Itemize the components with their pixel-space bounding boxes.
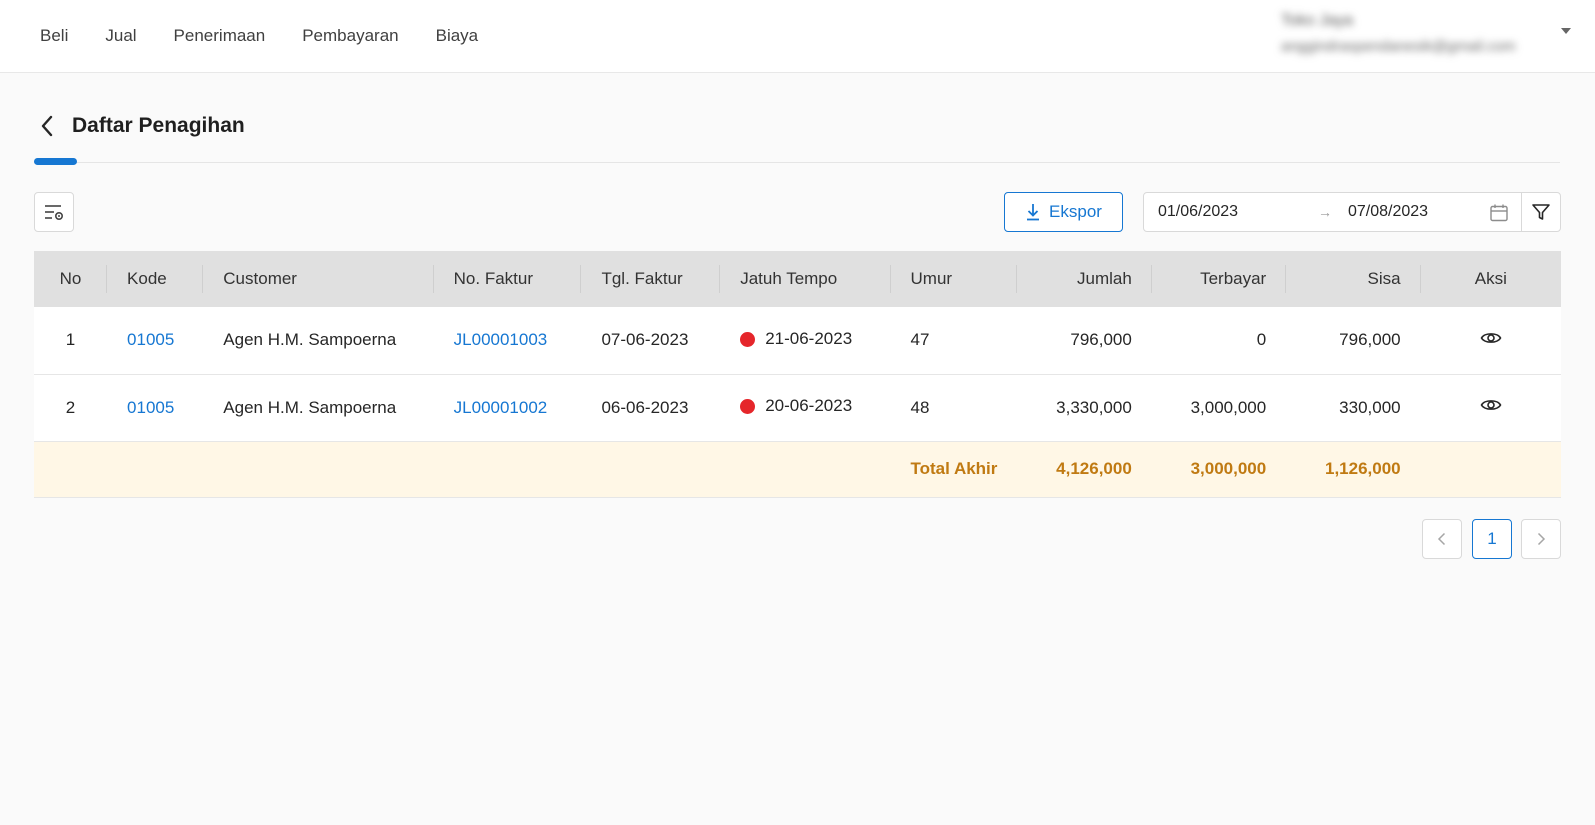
due-date-text: 21-06-2023 bbox=[765, 329, 853, 348]
download-icon bbox=[1025, 203, 1041, 221]
header-customer: Customer bbox=[203, 251, 435, 307]
cell-paid: 3,000,000 bbox=[1190, 397, 1267, 417]
table-row: 2 01005 Agen H.M. Sampoerna JL00001002 0… bbox=[34, 374, 1561, 441]
invoice-table: No Kode Customer No. Faktur Tgl. Faktur … bbox=[34, 251, 1561, 498]
invoice-number-link[interactable]: JL00001002 bbox=[454, 398, 548, 417]
customer-code-link[interactable]: 01005 bbox=[127, 398, 174, 417]
user-menu[interactable]: Toko Jaya anggindraspendanesik@gmail.com bbox=[1281, 10, 1571, 62]
cell-remaining: 330,000 bbox=[1339, 397, 1401, 417]
table-row: 1 01005 Agen H.M. Sampoerna JL00001003 0… bbox=[34, 307, 1561, 374]
active-tab-indicator bbox=[34, 158, 77, 165]
due-date-text: 20-06-2023 bbox=[765, 396, 853, 416]
tab-divider bbox=[34, 162, 1560, 163]
total-remaining: 1,126,000 bbox=[1324, 459, 1401, 478]
nav-item-jual[interactable]: Jual bbox=[105, 22, 136, 50]
cell-customer: Agen H.M. Sampoerna bbox=[223, 397, 397, 417]
nav-item-penerimaan[interactable]: Penerimaan bbox=[174, 22, 266, 50]
nav-item-biaya[interactable]: Biaya bbox=[436, 22, 479, 50]
date-start-input[interactable] bbox=[1158, 194, 1298, 230]
total-label: Total Akhir bbox=[910, 459, 998, 478]
header-aksi: Aksi bbox=[1474, 269, 1507, 288]
header-sisa: Sisa bbox=[1286, 251, 1422, 307]
due-date: 20-06-2023 bbox=[740, 396, 852, 416]
date-arrow-icon: → bbox=[1318, 204, 1332, 220]
header-jatuh-tempo: Jatuh Tempo bbox=[720, 251, 891, 307]
cell-customer: Agen H.M. Sampoerna bbox=[223, 330, 397, 350]
customer-code-link[interactable]: 01005 bbox=[127, 330, 174, 349]
pagination-page-1[interactable]: 1 bbox=[1472, 519, 1512, 559]
due-date: 21-06-2023 bbox=[740, 329, 852, 349]
column-settings-icon bbox=[43, 203, 65, 221]
main-nav: Beli Jual Penerimaan Pembayaran Biaya bbox=[40, 22, 515, 50]
export-button[interactable]: Ekspor bbox=[1004, 192, 1123, 232]
page-header: Daftar Penagihan bbox=[34, 108, 245, 144]
caret-down-icon bbox=[1561, 28, 1571, 34]
cell-age: 48 bbox=[910, 397, 930, 417]
chevron-right-icon bbox=[1536, 532, 1546, 546]
nav-item-pembayaran[interactable]: Pembayaran bbox=[302, 22, 398, 50]
header-kode: Kode bbox=[107, 251, 204, 307]
total-amount: 4,126,000 bbox=[1056, 459, 1132, 478]
filter-button[interactable] bbox=[1521, 192, 1561, 232]
nav-item-beli[interactable]: Beli bbox=[40, 22, 68, 50]
cell-amount: 796,000 bbox=[1070, 330, 1132, 350]
header-tgl-faktur: Tgl. Faktur bbox=[581, 251, 720, 307]
column-settings-button[interactable] bbox=[34, 192, 74, 232]
cell-no: 1 bbox=[65, 330, 76, 350]
page-title: Daftar Penagihan bbox=[72, 114, 245, 137]
total-row: Total Akhir 4,126,000 3,000,000 1,126,00… bbox=[34, 441, 1561, 497]
cell-remaining: 796,000 bbox=[1339, 330, 1401, 350]
cell-invoice-date: 07-06-2023 bbox=[601, 330, 689, 350]
chevron-left-icon bbox=[1437, 532, 1447, 546]
cell-invoice-date: 06-06-2023 bbox=[601, 397, 689, 417]
date-end-input[interactable] bbox=[1348, 194, 1488, 230]
view-eye-icon[interactable] bbox=[1480, 330, 1502, 346]
invoice-number-link[interactable]: JL00001003 bbox=[454, 330, 548, 349]
total-paid: 3,000,000 bbox=[1190, 459, 1267, 478]
table-header-row: No Kode Customer No. Faktur Tgl. Faktur … bbox=[34, 251, 1561, 307]
header-jumlah: Jumlah bbox=[1017, 251, 1153, 307]
header-umur: Umur bbox=[891, 251, 1018, 307]
header-no: No bbox=[34, 251, 108, 307]
header-terbayar: Terbayar bbox=[1152, 251, 1287, 307]
cell-age: 47 bbox=[910, 330, 930, 350]
overdue-status-dot-icon bbox=[740, 398, 756, 414]
cell-no: 2 bbox=[65, 397, 76, 417]
user-name: Toko Jaya bbox=[1281, 12, 1354, 29]
date-range-picker[interactable]: → bbox=[1143, 192, 1522, 232]
pagination-next-button[interactable] bbox=[1521, 519, 1561, 559]
overdue-status-dot-icon bbox=[740, 331, 756, 347]
pagination-prev-button[interactable] bbox=[1422, 519, 1462, 559]
filter-icon bbox=[1531, 202, 1551, 222]
cell-amount: 3,330,000 bbox=[1056, 397, 1132, 417]
back-chevron-icon[interactable] bbox=[40, 110, 64, 142]
view-eye-icon[interactable] bbox=[1480, 397, 1502, 413]
top-navbar: Beli Jual Penerimaan Pembayaran Biaya To… bbox=[0, 0, 1595, 73]
header-no-faktur: No. Faktur bbox=[434, 251, 582, 307]
calendar-icon[interactable] bbox=[1489, 203, 1509, 228]
export-label: Ekspor bbox=[1049, 202, 1102, 221]
cell-paid: 0 bbox=[1256, 330, 1267, 350]
user-email: anggindraspendanesik@gmail.com bbox=[1281, 38, 1516, 55]
